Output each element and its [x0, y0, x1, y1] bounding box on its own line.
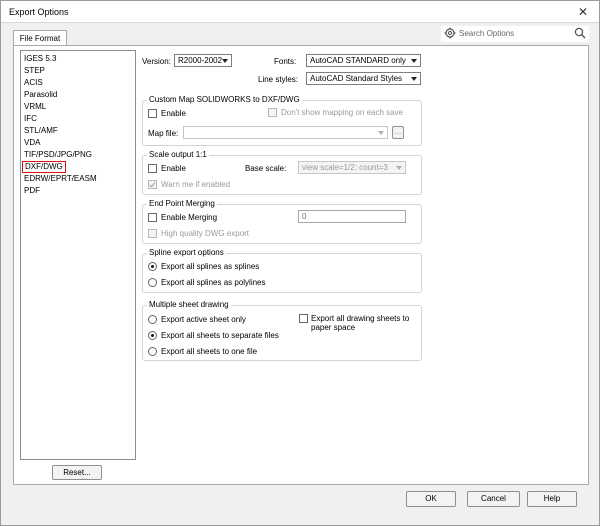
search-input[interactable]: Search Options: [459, 29, 514, 38]
line-styles-label: Line styles:: [258, 75, 299, 84]
end-point-merging-group: End Point Merging Enable Merging 0 High …: [142, 199, 422, 244]
search-box[interactable]: Search Options: [441, 26, 589, 42]
browse-button[interactable]: ...: [392, 126, 404, 139]
one-file-radio[interactable]: [148, 347, 157, 356]
tab-file-format[interactable]: File Format: [13, 30, 67, 46]
active-sheet-radio[interactable]: [148, 315, 157, 324]
warn-label: Warn me if enabled: [161, 180, 231, 189]
list-item[interactable]: VDA: [24, 138, 40, 148]
merge-distance-input[interactable]: 0: [298, 210, 406, 223]
dont-show-mapping-checkbox[interactable]: [268, 108, 277, 117]
custom-map-enable-checkbox[interactable]: [148, 109, 157, 118]
base-scale-label: Base scale:: [245, 164, 287, 173]
list-item[interactable]: ACIS: [24, 78, 43, 88]
scale-output-group: Scale output 1:1 Enable Base scale: view…: [142, 150, 422, 195]
gear-icon: [444, 27, 456, 39]
splines-as-splines-radio[interactable]: [148, 262, 157, 271]
scale-enable-checkbox[interactable]: [148, 164, 157, 173]
paper-space-label: Export all drawing sheets to paper space: [311, 314, 410, 332]
list-item[interactable]: STEP: [24, 66, 45, 76]
list-item[interactable]: IFC: [24, 114, 37, 124]
base-scale-select[interactable]: view scale=1/2: count=3: [298, 161, 406, 174]
reset-button[interactable]: Reset...: [52, 465, 102, 480]
fonts-label: Fonts:: [274, 57, 297, 66]
dont-show-mapping-label: Don't show mapping on each save: [281, 108, 404, 117]
version-select[interactable]: R2000-2002: [174, 54, 232, 67]
list-item[interactable]: EDRW/EPRT/EASM: [24, 174, 97, 184]
title-bar: Export Options ✕: [1, 1, 599, 23]
chevron-down-icon: [411, 77, 417, 81]
custom-map-title: Custom Map SOLIDWORKS to DXF/DWG: [147, 95, 302, 104]
list-item[interactable]: Parasolid: [24, 90, 57, 100]
separate-files-radio[interactable]: [148, 331, 157, 340]
file-format-panel: IGES 5.3 STEP ACIS Parasolid VRML IFC ST…: [13, 45, 589, 485]
enable-merging-checkbox[interactable]: [148, 213, 157, 222]
scale-enable-label: Enable: [161, 164, 186, 173]
enable-merging-label: Enable Merging: [161, 213, 218, 222]
line-styles-select[interactable]: AutoCAD Standard Styles: [306, 72, 421, 85]
list-item-selected[interactable]: DXF/DWG: [22, 161, 66, 173]
one-file-label: Export all sheets to one file: [161, 347, 258, 356]
splines-as-splines-label: Export all splines as splines: [161, 262, 260, 271]
chevron-down-icon: [396, 166, 402, 170]
radio-dot-icon: [151, 265, 154, 268]
version-label: Version:: [142, 57, 171, 66]
fonts-value: AutoCAD STANDARD only: [310, 56, 406, 65]
radio-dot-icon: [151, 334, 154, 337]
base-scale-value: view scale=1/2: count=3: [302, 163, 388, 172]
list-item[interactable]: IGES 5.3: [24, 54, 56, 64]
help-button[interactable]: Help: [527, 491, 577, 507]
version-value: R2000-2002: [178, 56, 223, 65]
splines-as-polylines-radio[interactable]: [148, 278, 157, 287]
high-quality-dwg-checkbox[interactable]: [148, 229, 157, 238]
cancel-button[interactable]: Cancel: [467, 491, 520, 507]
high-quality-dwg-label: High quality DWG export: [161, 229, 250, 238]
list-item[interactable]: TIF/PSD/JPG/PNG: [24, 150, 92, 160]
map-file-label: Map file:: [148, 129, 179, 138]
chevron-down-icon: [378, 131, 384, 135]
warn-checkbox[interactable]: [148, 180, 157, 189]
export-options-dialog: Export Options ✕ File Format Search Opti…: [0, 0, 600, 526]
multiple-sheet-title: Multiple sheet drawing: [147, 300, 231, 309]
spline-export-group: Spline export options Export all splines…: [142, 248, 422, 293]
multiple-sheet-group: Multiple sheet drawing Export active she…: [142, 300, 422, 361]
line-styles-value: AutoCAD Standard Styles: [310, 74, 403, 83]
list-item[interactable]: VRML: [24, 102, 46, 112]
format-list[interactable]: IGES 5.3 STEP ACIS Parasolid VRML IFC ST…: [20, 50, 136, 460]
custom-map-group: Custom Map SOLIDWORKS to DXF/DWG Enable …: [142, 95, 422, 146]
separate-files-label: Export all sheets to separate files: [161, 331, 279, 340]
paper-space-checkbox[interactable]: [299, 314, 308, 323]
ok-button[interactable]: OK: [406, 491, 456, 507]
spline-export-title: Spline export options: [147, 248, 226, 257]
custom-map-enable-label: Enable: [161, 109, 186, 118]
chevron-down-icon: [222, 59, 228, 63]
map-file-select[interactable]: [183, 126, 388, 139]
chevron-down-icon: [411, 59, 417, 63]
splines-as-polylines-label: Export all splines as polylines: [161, 278, 266, 287]
scale-output-title: Scale output 1:1: [147, 150, 209, 159]
search-icon[interactable]: [574, 27, 586, 39]
active-sheet-label: Export active sheet only: [161, 315, 246, 324]
window-title: Export Options: [9, 7, 69, 17]
fonts-select[interactable]: AutoCAD STANDARD only: [306, 54, 421, 67]
end-point-merging-title: End Point Merging: [147, 199, 217, 208]
list-item[interactable]: STL/AMF: [24, 126, 58, 136]
checkmark-icon: [149, 180, 156, 188]
list-item[interactable]: PDF: [24, 186, 40, 196]
close-icon[interactable]: ✕: [573, 4, 593, 20]
